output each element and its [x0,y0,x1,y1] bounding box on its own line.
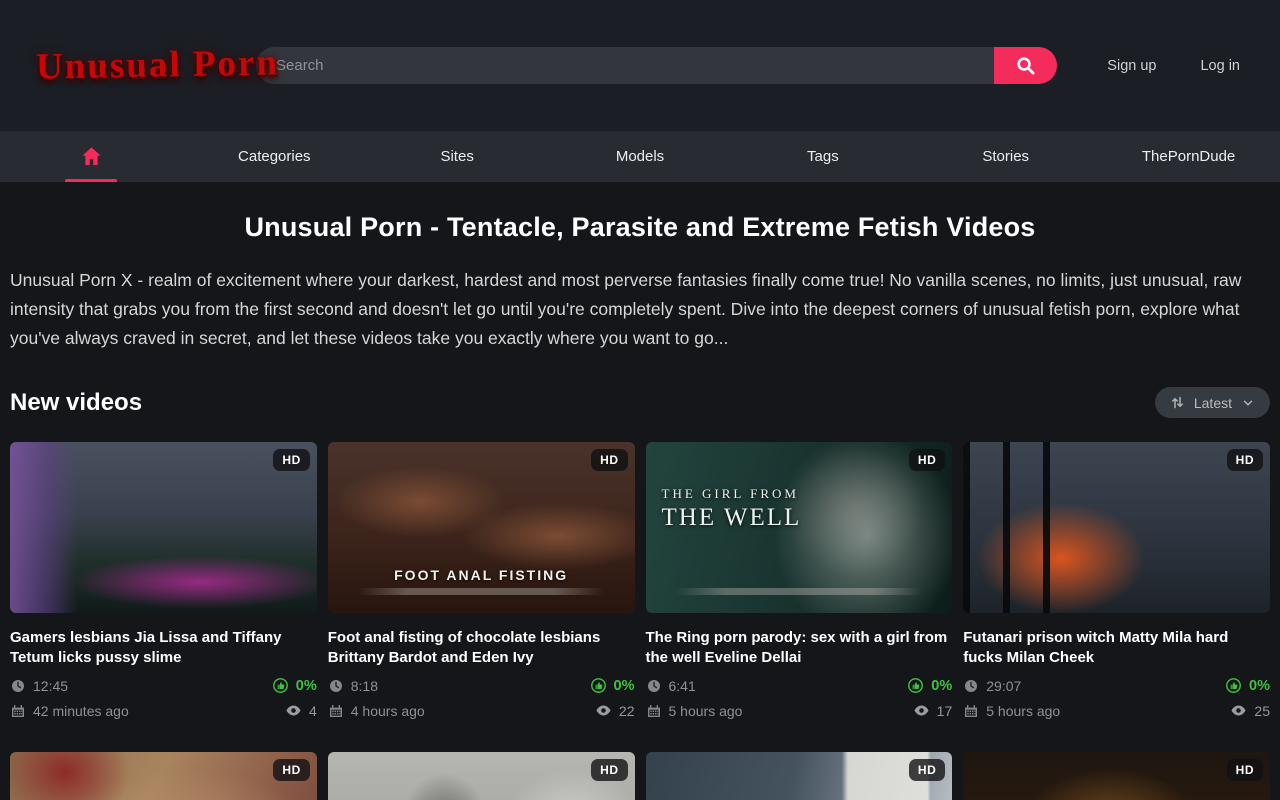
video-title[interactable]: Futanari prison witch Matty Mila hard fu… [963,628,1270,668]
nav-item-tags[interactable]: Tags [731,131,914,182]
video-title[interactable]: Foot anal fisting of chocolate lesbians … [328,628,635,668]
duration: 6:41 [646,677,908,694]
thumbnail-credits-bar [358,588,603,595]
video-card[interactable]: HD [646,752,953,800]
nav-item-theporndude[interactable]: ThePornDude [1097,131,1280,182]
sort-label: Latest [1194,395,1232,411]
rating: 0% [907,677,952,694]
video-card[interactable]: HD [328,752,635,800]
view-count: 4 [285,702,317,719]
login-link[interactable]: Log in [1200,58,1240,74]
nav-item-home[interactable] [0,131,183,182]
video-thumbnail[interactable]: HD [10,442,317,613]
video-title[interactable]: The Ring porn parody: sex with a girl fr… [646,628,953,668]
search-bar [256,47,1057,84]
site-logo[interactable]: Unusual Porn [36,42,227,88]
calendar-icon [963,703,979,719]
video-card[interactable]: HD Futanari prison witch Matty Mila hard… [963,442,1270,719]
duration: 8:18 [328,677,590,694]
site-header: Unusual Porn Sign up Log in [0,0,1280,131]
video-card[interactable]: HD Gamers lesbians Jia Lissa and Tiffany… [10,442,317,719]
video-meta: 29:07 0% 5 hours ago 25 [963,677,1270,719]
sort-dropdown[interactable]: Latest [1155,387,1270,418]
eye-icon [1230,702,1247,719]
calendar-icon [646,703,662,719]
videos-section-head: New videos Latest [10,387,1270,418]
thumbnail-caption: FOOT ANAL FISTING [328,567,635,583]
search-icon [1014,54,1037,77]
home-icon [80,145,103,168]
hd-badge: HD [1227,759,1263,781]
duration: 12:45 [10,677,272,694]
video-card[interactable]: HD FOOT ANAL FISTING Foot anal fisting o… [328,442,635,719]
chevron-down-icon [1241,396,1255,410]
hd-badge: HD [273,449,309,471]
search-button[interactable] [994,47,1057,84]
hd-badge: HD [909,449,945,471]
video-card[interactable]: HD [963,752,1270,800]
rating: 0% [272,677,317,694]
hd-badge: HD [1227,449,1263,471]
thumbs-up-icon [590,677,607,694]
calendar-icon [328,703,344,719]
thumbs-up-icon [272,677,289,694]
video-thumbnail[interactable]: HD [10,752,317,800]
main-nav: Categories Sites Models Tags Stories The… [0,131,1280,182]
rating: 0% [590,677,635,694]
hd-badge: HD [591,449,627,471]
thumbs-up-icon [1225,677,1242,694]
clock-icon [10,678,26,694]
eye-icon [285,702,302,719]
video-grid: HD Gamers lesbians Jia Lissa and Tiffany… [10,442,1270,800]
view-count: 25 [1230,702,1270,719]
video-thumbnail[interactable]: HD [328,752,635,800]
clock-icon [963,678,979,694]
calendar-icon [10,703,26,719]
active-tab-indicator [65,179,117,182]
video-thumbnail[interactable]: HD FOOT ANAL FISTING [328,442,635,613]
clock-icon [328,678,344,694]
thumbnail-credits-bar [676,588,921,595]
video-card[interactable]: HD [10,752,317,800]
rating: 0% [1225,677,1270,694]
auth-links: Sign up Log in [1107,58,1240,74]
eye-icon [595,702,612,719]
search-input[interactable] [256,47,994,84]
upload-age: 42 minutes ago [10,702,272,719]
upload-age: 5 hours ago [646,702,908,719]
thumbnail-title-overlay: THE GIRL FROM THE WELL [662,486,802,532]
clock-icon [646,678,662,694]
nav-item-sites[interactable]: Sites [366,131,549,182]
video-thumbnail[interactable]: HD [963,752,1270,800]
video-meta: 12:45 0% 42 minutes ago 4 [10,677,317,719]
video-thumbnail[interactable]: HD [646,752,953,800]
page-title: Unusual Porn - Tentacle, Parasite and Ex… [0,212,1280,243]
nav-item-stories[interactable]: Stories [914,131,1097,182]
video-meta: 8:18 0% 4 hours ago 22 [328,677,635,719]
view-count: 17 [913,702,953,719]
video-meta: 6:41 0% 5 hours ago 17 [646,677,953,719]
sort-arrows-icon [1170,395,1185,410]
view-count: 22 [595,702,635,719]
nav-item-categories[interactable]: Categories [183,131,366,182]
video-card[interactable]: HD THE GIRL FROM THE WELL The Ring porn … [646,442,953,719]
video-title[interactable]: Gamers lesbians Jia Lissa and Tiffany Te… [10,628,317,668]
upload-age: 4 hours ago [328,702,590,719]
hd-badge: HD [591,759,627,781]
upload-age: 5 hours ago [963,702,1225,719]
hd-badge: HD [909,759,945,781]
nav-item-models[interactable]: Models [549,131,732,182]
eye-icon [913,702,930,719]
duration: 29:07 [963,677,1225,694]
page-description: Unusual Porn X - realm of excitement whe… [10,266,1270,353]
hd-badge: HD [273,759,309,781]
thumbs-up-icon [907,677,924,694]
section-title: New videos [10,389,142,417]
video-thumbnail[interactable]: HD [963,442,1270,613]
signup-link[interactable]: Sign up [1107,58,1156,74]
video-thumbnail[interactable]: HD THE GIRL FROM THE WELL [646,442,953,613]
